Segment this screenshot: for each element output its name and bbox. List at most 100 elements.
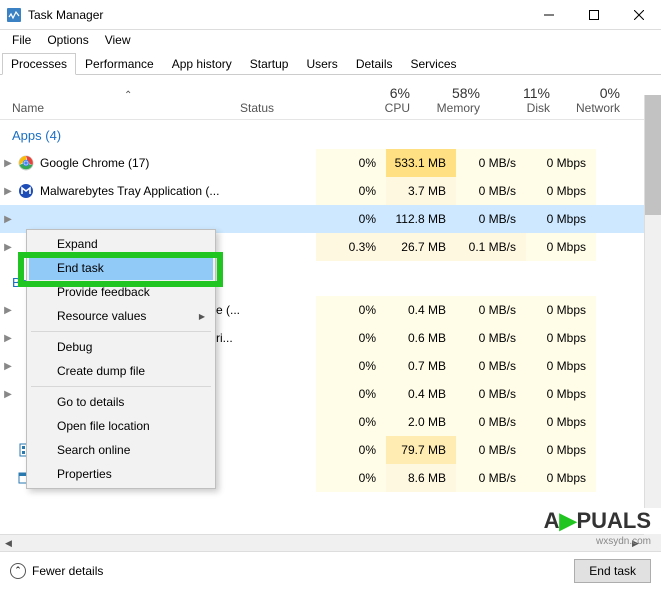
tab-details[interactable]: Details	[347, 53, 402, 75]
close-button[interactable]	[616, 0, 661, 30]
col-disk[interactable]: 11% Disk	[490, 85, 560, 115]
disk-cell: 0.1 MB/s	[456, 233, 526, 261]
mem-cell: 26.7 MB	[386, 233, 456, 261]
cpu-cell: 0%	[316, 324, 386, 352]
mem-cell: 79.7 MB	[386, 436, 456, 464]
vertical-scrollbar[interactable]	[644, 95, 661, 508]
disk-cell: 0 MB/s	[456, 464, 526, 492]
column-headers: Name ⌃ Status 6% CPU 58% Memory 11% Disk…	[0, 75, 661, 120]
end-task-button[interactable]: End task	[574, 559, 651, 583]
ctx-provide-feedback[interactable]: Provide feedback	[29, 280, 213, 304]
fewer-details-label: Fewer details	[32, 564, 103, 578]
net-cell: 0 Mbps	[526, 177, 596, 205]
net-cell: 0 Mbps	[526, 436, 596, 464]
disk-cell: 0 MB/s	[456, 296, 526, 324]
menu-view[interactable]: View	[97, 31, 139, 49]
mem-cell: 533.1 MB	[386, 149, 456, 177]
ctx-properties[interactable]: Properties	[29, 462, 213, 486]
ctx-separator	[31, 331, 211, 332]
chevron-right-icon[interactable]: ▶	[0, 242, 16, 253]
cpu-cell: 0%	[316, 205, 386, 233]
horizontal-scrollbar[interactable]: ◀ ▶	[0, 534, 644, 551]
mem-cell: 3.7 MB	[386, 177, 456, 205]
section-apps: Apps (4)	[0, 120, 661, 149]
chevron-right-icon[interactable]: ▶	[0, 158, 16, 169]
menu-file[interactable]: File	[4, 31, 39, 49]
col-name[interactable]: Name ⌃	[0, 90, 240, 115]
col-memory[interactable]: 58% Memory	[420, 85, 490, 115]
ctx-resource-values[interactable]: Resource values	[29, 304, 213, 328]
ctx-expand[interactable]: Expand	[29, 232, 213, 256]
chevron-up-circle-icon: ⌃	[10, 563, 26, 579]
process-name: Google Chrome (17)	[40, 156, 149, 170]
col-network[interactable]: 0% Network	[560, 85, 630, 115]
process-name: Malwarebytes Tray Application (...	[40, 184, 219, 198]
net-cell: 0 Mbps	[526, 324, 596, 352]
process-name: e (...	[216, 303, 240, 317]
disk-cell: 0 MB/s	[456, 380, 526, 408]
scroll-left-icon[interactable]: ◀	[0, 535, 17, 552]
mem-cell: 112.8 MB	[386, 205, 456, 233]
cpu-cell: 0%	[316, 408, 386, 436]
minimize-button[interactable]	[526, 0, 571, 30]
cpu-cell: 0%	[316, 352, 386, 380]
cpu-cell: 0%	[316, 380, 386, 408]
sort-arrow-icon: ⌃	[124, 90, 132, 101]
menubar: File Options View	[0, 30, 661, 50]
fewer-details-button[interactable]: ⌃ Fewer details	[10, 563, 103, 579]
col-cpu[interactable]: 6% CPU	[350, 85, 420, 115]
titlebar: Task Manager	[0, 0, 661, 30]
ctx-create-dump[interactable]: Create dump file	[29, 359, 213, 383]
process-row[interactable]: ▶ Malwarebytes Tray Application (... 0% …	[0, 177, 661, 205]
ctx-end-task[interactable]: End task	[29, 256, 213, 280]
disk-pct: 11%	[490, 85, 550, 101]
task-manager-icon	[6, 7, 22, 23]
ctx-debug[interactable]: Debug	[29, 335, 213, 359]
footer: ⌃ Fewer details End task	[0, 551, 661, 589]
net-pct: 0%	[560, 85, 620, 101]
disk-cell: 0 MB/s	[456, 408, 526, 436]
col-status[interactable]: Status	[240, 101, 350, 115]
chevron-right-icon[interactable]: ▶	[0, 305, 16, 316]
watermark-sub: wxsydn.com	[596, 536, 651, 547]
menu-options[interactable]: Options	[39, 31, 96, 49]
chrome-icon	[18, 155, 34, 171]
col-name-label: Name	[12, 101, 44, 115]
chevron-right-icon[interactable]: ▶	[0, 389, 16, 400]
tab-app-history[interactable]: App history	[163, 53, 241, 75]
chevron-right-icon[interactable]: ▶	[0, 361, 16, 372]
disk-cell: 0 MB/s	[456, 324, 526, 352]
cpu-cell: 0%	[316, 177, 386, 205]
ctx-go-to-details[interactable]: Go to details	[29, 390, 213, 414]
cpu-cell: 0%	[316, 464, 386, 492]
chevron-right-icon[interactable]: ▶	[0, 333, 16, 344]
net-cell: 0 Mbps	[526, 149, 596, 177]
tab-performance[interactable]: Performance	[76, 53, 163, 75]
net-cell: 0 Mbps	[526, 464, 596, 492]
tab-services[interactable]: Services	[402, 53, 466, 75]
tab-processes[interactable]: Processes	[2, 53, 76, 75]
ctx-open-file-location[interactable]: Open file location	[29, 414, 213, 438]
disk-cell: 0 MB/s	[456, 352, 526, 380]
ctx-search-online[interactable]: Search online	[29, 438, 213, 462]
tab-startup[interactable]: Startup	[241, 53, 298, 75]
disk-cell: 0 MB/s	[456, 205, 526, 233]
process-name: ri...	[216, 331, 233, 345]
window-title: Task Manager	[28, 8, 526, 22]
chevron-right-icon[interactable]: ▶	[0, 214, 16, 225]
net-cell: 0 Mbps	[526, 296, 596, 324]
context-menu: Expand End task Provide feedback Resourc…	[26, 229, 216, 489]
mem-cell: 0.4 MB	[386, 380, 456, 408]
mem-cell: 2.0 MB	[386, 408, 456, 436]
chevron-right-icon[interactable]: ▶	[0, 186, 16, 197]
cpu-cell: 0.3%	[316, 233, 386, 261]
tab-strip: Processes Performance App history Startu…	[0, 50, 661, 75]
scroll-thumb[interactable]	[645, 95, 661, 215]
maximize-button[interactable]	[571, 0, 616, 30]
disk-cell: 0 MB/s	[456, 177, 526, 205]
tab-users[interactable]: Users	[297, 53, 346, 75]
process-row[interactable]: ▶ Google Chrome (17) 0% 533.1 MB 0 MB/s …	[0, 149, 661, 177]
mem-label: Memory	[437, 101, 480, 115]
net-cell: 0 Mbps	[526, 352, 596, 380]
net-label: Network	[576, 101, 620, 115]
